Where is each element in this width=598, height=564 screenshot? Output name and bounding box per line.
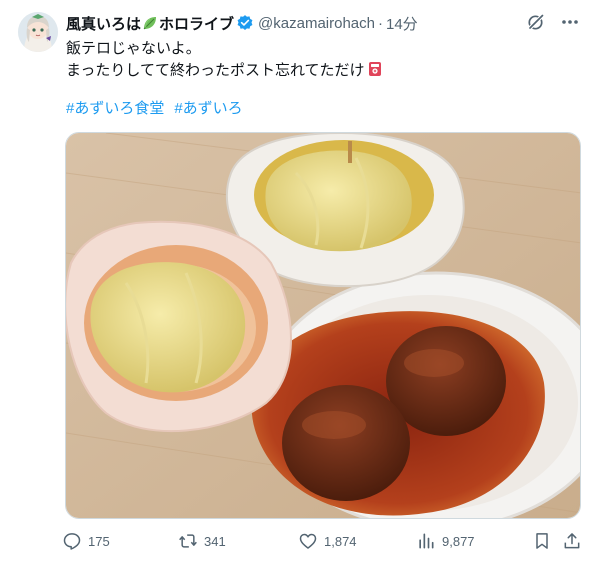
tweet-text-line: まったりしてて終わったポスト忘れてただけ — [66, 62, 365, 79]
reply-button[interactable]: 175 — [62, 531, 110, 551]
like-button[interactable]: 1,874 — [298, 531, 357, 551]
tweet-text: 飯テロじゃないよ。 まったりしてて終わったポスト忘れてただけ — [66, 38, 383, 82]
tweet: 風真いろは ホロライブ @kazamairohach · 14分 飯テロじゃない… — [0, 0, 598, 564]
reply-icon — [63, 533, 81, 550]
verified-badge-icon — [236, 14, 254, 32]
share-button[interactable] — [562, 531, 582, 551]
leaf-icon — [142, 15, 158, 31]
repost-button[interactable]: 341 — [178, 531, 226, 551]
separator-dot: · — [377, 14, 383, 32]
hashtag-link[interactable]: #あずいろ — [174, 99, 242, 119]
view-count: 9,877 — [442, 533, 475, 549]
action-bar: 175 341 1,874 9,877 — [62, 531, 586, 553]
reply-count: 175 — [88, 533, 110, 549]
user-handle[interactable]: @kazamairohach — [258, 15, 375, 32]
header-actions — [526, 12, 580, 32]
grok-icon[interactable] — [526, 12, 546, 32]
hashtag-list: #あずいろ食堂 #あずいろ — [66, 99, 243, 119]
food-photo-image — [66, 133, 580, 518]
avatar[interactable] — [18, 12, 58, 52]
share-icon — [564, 533, 580, 549]
repost-icon — [179, 534, 197, 548]
display-name-suffix[interactable]: ホロライブ — [159, 13, 234, 34]
display-name[interactable]: 風真いろは — [66, 13, 141, 34]
views-button[interactable]: 9,877 — [416, 531, 475, 551]
heart-icon — [299, 533, 317, 549]
bookmark-button[interactable] — [532, 531, 552, 551]
timestamp[interactable]: 14分 — [386, 13, 418, 34]
avatar-image — [18, 12, 58, 52]
tweet-header: 風真いろは ホロライブ @kazamairohach · 14分 — [66, 13, 418, 33]
tweet-photo[interactable] — [65, 132, 581, 519]
bookmark-icon — [536, 533, 548, 549]
tweet-text-line: 飯テロじゃないよ。 — [66, 40, 201, 57]
more-icon[interactable] — [560, 12, 580, 32]
hashtag-link[interactable]: #あずいろ食堂 — [66, 99, 164, 119]
repost-count: 341 — [204, 533, 226, 549]
tweet-text-line-2: まったりしてて終わったポスト忘れてただけ — [66, 60, 383, 82]
views-icon — [419, 533, 434, 549]
like-count: 1,874 — [324, 533, 357, 549]
postbox-icon — [367, 61, 383, 77]
